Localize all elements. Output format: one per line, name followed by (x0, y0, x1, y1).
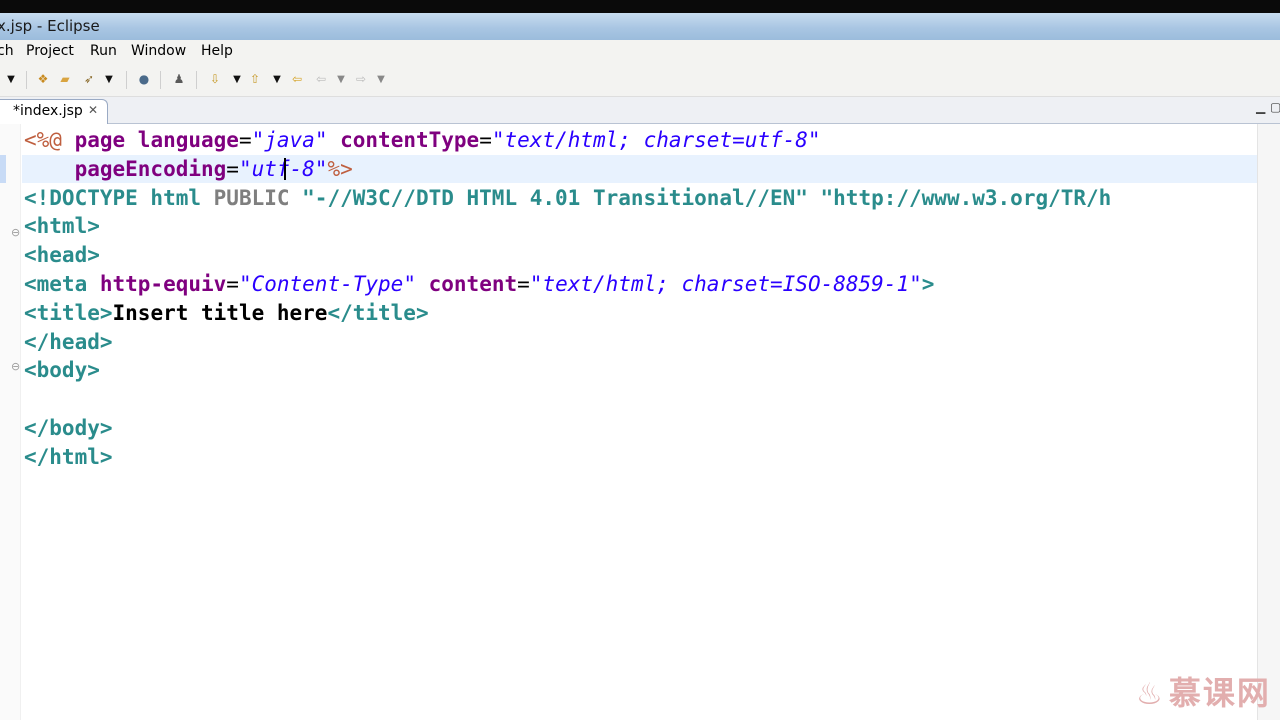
code-token: <body> (24, 358, 100, 383)
code-token: </html> (24, 444, 113, 469)
chevron-down-icon[interactable]: ▼ (376, 73, 386, 87)
editor-ruler (0, 124, 21, 720)
chevron-down-icon[interactable]: ▼ (336, 73, 346, 87)
code-token: <!DOCTYPE html (24, 185, 214, 210)
code-line[interactable]: </body> (24, 414, 113, 442)
toolbar: ▼ ❖ ▰ ➶ ▼ ● ♟ ⇩ ▼ ⇧ ▼ ⇦ ⇦ ▼ ⇨ ▼ (0, 64, 1280, 97)
menu-window[interactable]: Window (131, 43, 186, 59)
toolbar-separator (160, 71, 161, 89)
forward-icon[interactable]: ⇨ (354, 72, 368, 86)
code-token: <meta (24, 272, 100, 296)
toolbar-separator (26, 71, 27, 89)
next-annotation-icon[interactable]: ⇩ (208, 72, 222, 86)
menu-run[interactable]: Run (90, 43, 117, 59)
code-token: language (137, 128, 239, 152)
code-token: <head> (24, 243, 100, 268)
code-token: </head> (24, 329, 113, 354)
code-token: = (479, 128, 492, 152)
code-line[interactable]: <title>Insert title here</title> (24, 299, 429, 327)
menu-project[interactable]: Project (26, 43, 74, 59)
vertical-scrollbar[interactable] (1257, 124, 1280, 720)
code-token: http-equiv (99, 272, 227, 296)
person-icon[interactable]: ♟ (172, 72, 186, 86)
tab-label: *index.jsp (13, 103, 83, 119)
code-token: "-//W3C//DTD HTML 4.01 Transitional//EN"… (289, 185, 1112, 210)
watermark-text: 慕课网 (1168, 674, 1271, 712)
code-token: = (517, 272, 530, 296)
code-line[interactable]: </html> (24, 443, 113, 471)
code-token: content (428, 272, 518, 296)
window-title: x.jsp - Eclipse (0, 17, 100, 35)
toolbar-separator (126, 71, 127, 89)
toolbar-separator (196, 71, 197, 89)
window-title-bar: x.jsp - Eclipse (0, 13, 1280, 40)
code-token: Insert title here (112, 300, 328, 325)
flame-icon: ♨ (1136, 677, 1165, 712)
code-token: = (226, 272, 239, 296)
code-token: page (74, 128, 138, 152)
code-token: "text/html; charset=ISO-8859-1" (529, 272, 922, 296)
menu-bar: ch Project Run Window Help (0, 40, 1280, 64)
chevron-down-icon[interactable]: ▼ (232, 73, 242, 87)
last-edit-icon[interactable]: ⇦ (290, 72, 304, 86)
code-line[interactable]: <!DOCTYPE html PUBLIC "-//W3C//DTD HTML … (24, 184, 1111, 212)
code-token: = (238, 128, 252, 152)
text-caret (284, 158, 286, 180)
code-line[interactable]: pageEncoding="utf-8"%> (24, 155, 353, 183)
code-token: PUBLIC (213, 185, 290, 210)
watermark: ♨ 慕课网 (1136, 668, 1271, 714)
code-editor[interactable]: ⊖ ⊖ <%@ page language="java" contentType… (0, 124, 1257, 720)
code-line[interactable]: <%@ page language="java" contentType="te… (24, 126, 821, 154)
code-token: pageEncoding (74, 156, 227, 181)
fold-toggle-icon[interactable]: ⊖ (11, 360, 20, 373)
code-token: </title> (327, 300, 429, 325)
code-line[interactable]: <meta http-equiv="Content-Type" content=… (24, 270, 934, 298)
code-token: <html> (24, 214, 100, 239)
code-line[interactable]: <html> (24, 212, 100, 240)
current-line-marker (0, 155, 6, 183)
folder-icon[interactable]: ▰ (58, 72, 72, 86)
menu-search[interactable]: ch (0, 43, 14, 59)
code-line[interactable]: <body> (24, 356, 100, 384)
close-icon[interactable]: ✕ (88, 103, 98, 117)
code-token: > (921, 272, 935, 296)
maximize-icon[interactable]: ▢ (1270, 100, 1280, 114)
previous-annotation-icon[interactable]: ⇧ (248, 72, 262, 86)
tab-index-jsp[interactable]: *index.jsp ✕ (0, 99, 108, 124)
menu-help[interactable]: Help (201, 43, 233, 59)
code-token: <%@ (24, 128, 75, 152)
minimize-icon[interactable]: ▁ (1256, 100, 1265, 114)
chevron-down-icon[interactable]: ▼ (272, 73, 282, 87)
open-icon[interactable]: ❖ (36, 72, 50, 86)
code-line[interactable]: <head> (24, 241, 100, 269)
chevron-down-icon[interactable]: ▼ (104, 73, 114, 87)
dropdown-arrow-icon[interactable]: ▼ (6, 73, 16, 87)
code-token: contentType (340, 128, 480, 152)
code-token: %> (327, 156, 353, 181)
globe-icon[interactable]: ● (137, 72, 151, 86)
code-token: <title> (24, 300, 113, 325)
code-token: "text/html; charset=utf-8" (491, 128, 821, 152)
code-token: "Content-Type" (238, 272, 416, 296)
editor-tab-strip: *index.jsp ✕ (0, 97, 1280, 124)
rocket-icon[interactable]: ➶ (82, 72, 96, 86)
code-line[interactable]: </head> (24, 328, 113, 356)
fold-toggle-icon[interactable]: ⊖ (11, 226, 20, 239)
back-icon[interactable]: ⇦ (314, 72, 328, 86)
code-token: "java" (251, 128, 328, 152)
code-token: </body> (24, 416, 113, 440)
top-black-bar (0, 0, 1280, 13)
code-token: = (226, 156, 239, 181)
